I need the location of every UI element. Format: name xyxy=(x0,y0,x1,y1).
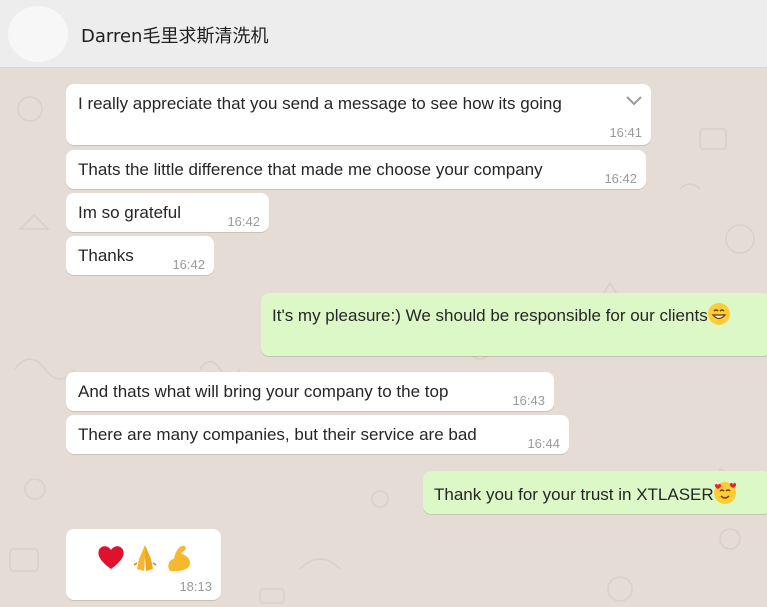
message-text-content: Thank you for your trust in XTLASER xyxy=(434,485,714,504)
chevron-down-icon[interactable] xyxy=(625,94,643,108)
message-time: 16:42 xyxy=(604,171,637,186)
message-text: I really appreciate that you send a mess… xyxy=(78,94,562,113)
message-bubble-incoming[interactable]: There are many companies, but their serv… xyxy=(66,415,569,454)
message-text: And thats what will bring your company t… xyxy=(78,382,449,401)
smiling-face-with-hearts-icon xyxy=(713,482,736,504)
red-heart-icon xyxy=(98,546,124,569)
message-text: Thank you for your trust in XTLASER xyxy=(434,482,736,505)
message-bubble-incoming[interactable]: And thats what will bring your company t… xyxy=(66,372,554,411)
message-bubble-outgoing[interactable]: It's my pleasure:) We should be responsi… xyxy=(261,293,767,356)
message-time: 16:42 xyxy=(227,214,260,229)
chat-area[interactable]: I really appreciate that you send a mess… xyxy=(0,69,767,607)
message-bubble-outgoing[interactable]: Thank you for your trust in XTLASER xyxy=(423,471,767,514)
message-bubble-incoming[interactable]: 18:13 xyxy=(66,529,221,600)
message-time: 16:41 xyxy=(609,125,642,140)
message-text: There are many companies, but their serv… xyxy=(78,425,477,444)
message-text: Thanks xyxy=(78,246,134,265)
message-bubble-incoming[interactable]: Thats the little difference that made me… xyxy=(66,150,646,189)
message-time: 18:13 xyxy=(179,579,212,594)
message-text-content: It's my pleasure:) We should be responsi… xyxy=(272,306,708,325)
message-text: Thats the little difference that made me… xyxy=(78,160,543,179)
folded-hands-icon xyxy=(133,545,157,571)
message-bubble-incoming[interactable]: Thanks 16:42 xyxy=(66,236,214,275)
chat-header: Darren毛里求斯清洗机 xyxy=(0,0,767,68)
message-bubble-incoming[interactable]: Im so grateful 16:42 xyxy=(66,193,269,232)
contact-name[interactable]: Darren毛里求斯清洗机 xyxy=(81,22,268,48)
message-time: 16:43 xyxy=(512,393,545,408)
flexed-biceps-icon xyxy=(168,545,190,572)
message-text: It's my pleasure:) We should be responsi… xyxy=(272,303,730,326)
message-text: Im so grateful xyxy=(78,203,181,222)
message-bubble-incoming[interactable]: I really appreciate that you send a mess… xyxy=(66,84,651,145)
avatar[interactable] xyxy=(8,6,68,62)
message-time: 16:42 xyxy=(172,257,205,272)
grinning-face-icon xyxy=(707,303,730,325)
message-time: 16:44 xyxy=(527,436,560,451)
emoji-row xyxy=(96,543,194,573)
